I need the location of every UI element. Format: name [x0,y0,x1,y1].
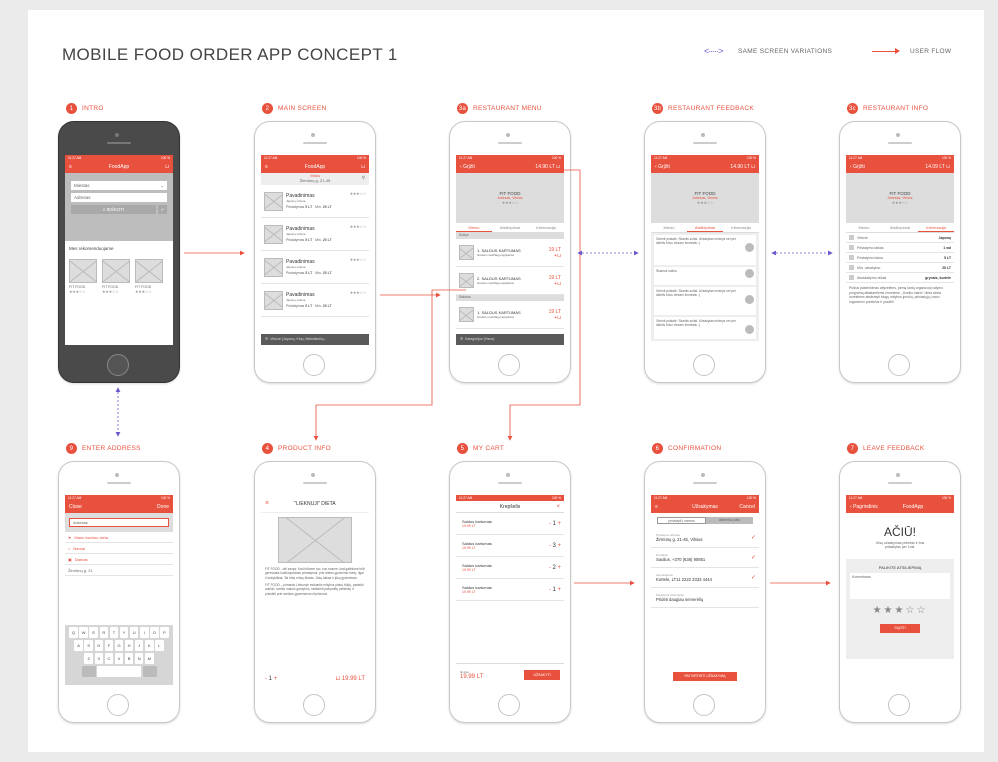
flow-arrows [115,169,833,586]
flow-arrow [313,289,466,441]
flow-arrow [507,169,581,441]
